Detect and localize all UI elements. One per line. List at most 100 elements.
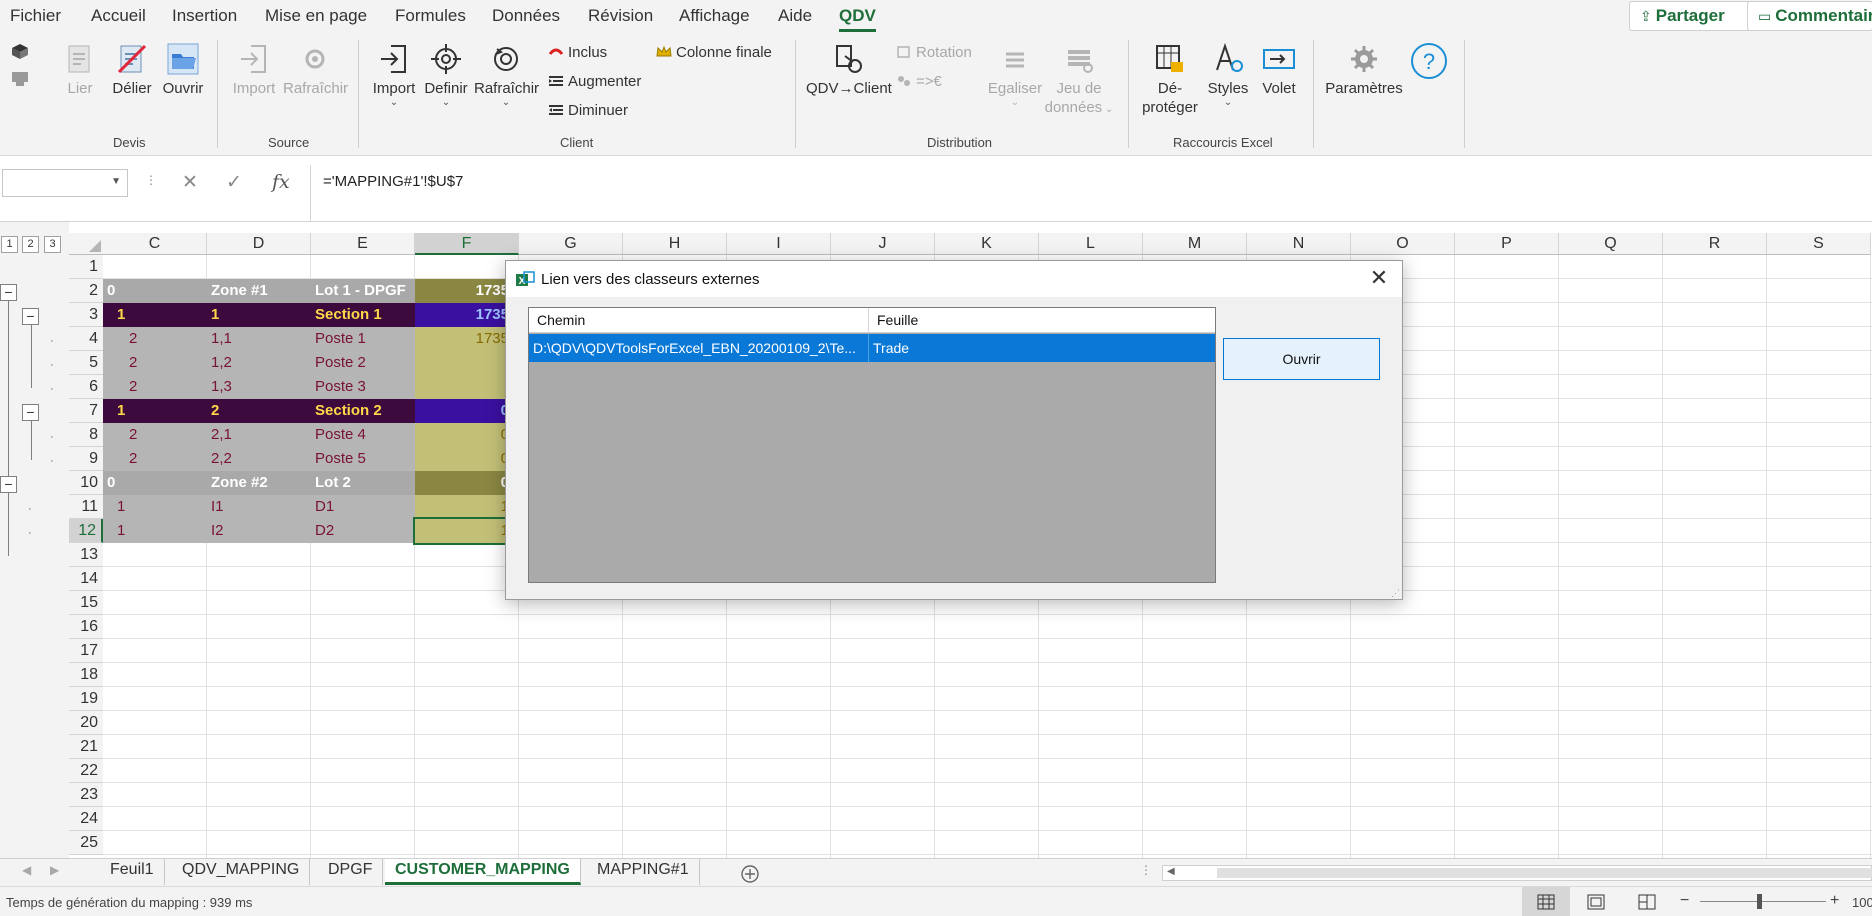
cell-e11[interactable]: D1: [311, 495, 415, 519]
column-header[interactable]: F: [415, 233, 519, 255]
column-header[interactable]: C: [103, 233, 207, 255]
client-definir-button[interactable]: Definir ⌄: [422, 42, 470, 108]
network-icon[interactable]: [10, 70, 30, 88]
row-header[interactable]: 24: [69, 807, 103, 831]
tab-formules[interactable]: Formules: [395, 6, 466, 26]
sheet-tab-dpgf[interactable]: DPGF: [318, 859, 384, 885]
inclus-button[interactable]: Inclus: [548, 44, 607, 61]
scroll-left-icon[interactable]: ◀: [1167, 866, 1175, 877]
column-header[interactable]: M: [1143, 233, 1247, 255]
ouvrir-button[interactable]: Ouvrir: [1223, 338, 1380, 380]
cell-f5[interactable]: [415, 351, 511, 375]
qdv-client-button[interactable]: QDV→Client: [806, 42, 892, 98]
cell-c12[interactable]: 1: [103, 519, 207, 543]
row-header[interactable]: 4: [69, 327, 103, 351]
cell-e10[interactable]: Lot 2: [311, 471, 415, 495]
tab-mise-en-page[interactable]: Mise en page: [265, 6, 367, 26]
cell-c5[interactable]: 2: [103, 351, 207, 375]
dialog-titlebar[interactable]: X Lien vers des classeurs externes ✕: [506, 261, 1402, 297]
scroll-left-icon[interactable]: ◀: [22, 863, 31, 877]
cell-f2[interactable]: 1735: [415, 279, 511, 303]
deproteger-button[interactable]: Dé- protéger: [1140, 42, 1200, 117]
add-sheet-icon[interactable]: [740, 864, 760, 884]
links-listview[interactable]: Chemin Feuille D:\QDV\QDVToolsForExcel_E…: [528, 307, 1216, 583]
page-layout-icon[interactable]: [1587, 894, 1605, 910]
cell-e9[interactable]: Poste 5: [311, 447, 415, 471]
insert-function-icon[interactable]: fx: [272, 171, 290, 193]
styles-button[interactable]: Styles ⌄: [1204, 42, 1252, 108]
column-header[interactable]: I: [727, 233, 831, 255]
normal-view-button[interactable]: [1522, 887, 1570, 916]
page-break-icon[interactable]: [1638, 894, 1656, 910]
column-header[interactable]: L: [1039, 233, 1143, 255]
cell-f11[interactable]: 1: [415, 495, 511, 519]
cell-e12[interactable]: D2: [311, 519, 415, 543]
row-header[interactable]: 13: [69, 543, 103, 567]
tab-affichage[interactable]: Affichage: [679, 6, 750, 26]
row-header[interactable]: 5: [69, 351, 103, 375]
tab-insertion[interactable]: Insertion: [172, 6, 237, 26]
delier-button[interactable]: Délier: [110, 42, 154, 98]
to-euro-button[interactable]: =>€: [896, 73, 942, 90]
row-header[interactable]: 9: [69, 447, 103, 471]
name-box[interactable]: ▼: [2, 169, 128, 197]
zoom-level[interactable]: 100: [1852, 895, 1872, 910]
select-all-button[interactable]: [69, 233, 103, 255]
zoom-in-icon[interactable]: +: [1830, 892, 1839, 910]
cell-c10[interactable]: 0: [103, 471, 207, 495]
column-header[interactable]: K: [935, 233, 1039, 255]
sheet-tab-qdv-mapping[interactable]: QDV_MAPPING: [172, 859, 311, 885]
cell-c3[interactable]: 1: [103, 303, 207, 327]
egaliser-button[interactable]: Egaliser ⌄: [983, 42, 1047, 108]
cell-e5[interactable]: Poste 2: [311, 351, 415, 375]
cell-d4[interactable]: 1,1: [207, 327, 311, 351]
row-header[interactable]: 25: [69, 831, 103, 855]
volet-button[interactable]: Volet: [1256, 42, 1302, 98]
row-header[interactable]: 22: [69, 759, 103, 783]
cell-e6[interactable]: Poste 3: [311, 375, 415, 399]
tab-donnees[interactable]: Données: [492, 6, 560, 26]
tab-qdv[interactable]: QDV: [839, 6, 876, 32]
cell-f12[interactable]: 1: [413, 517, 513, 545]
cell-c9[interactable]: 2: [103, 447, 207, 471]
column-header[interactable]: D: [207, 233, 311, 255]
client-rafraichir-button[interactable]: Rafraîchir ⌄: [474, 42, 539, 108]
row-header[interactable]: 3: [69, 303, 103, 327]
resize-grip-icon[interactable]: ⋰: [1391, 588, 1400, 599]
outline-level-2-button[interactable]: 2: [22, 236, 39, 253]
zoom-slider-thumb[interactable]: [1757, 894, 1762, 909]
colonne-finale-button[interactable]: Colonne finale: [656, 44, 772, 61]
row-header[interactable]: 7: [69, 399, 103, 423]
cell-c8[interactable]: 2: [103, 423, 207, 447]
parametres-button[interactable]: Paramètres: [1324, 42, 1404, 98]
column-header[interactable]: P: [1455, 233, 1559, 255]
collapse-group-button[interactable]: −: [22, 404, 39, 421]
horizontal-scrollbar[interactable]: ◀: [1162, 865, 1872, 881]
jeu-de-donnees-button[interactable]: Jeu de données ⌄: [1040, 42, 1118, 119]
row-header[interactable]: 8: [69, 423, 103, 447]
row-header[interactable]: 17: [69, 639, 103, 663]
cell-e4[interactable]: Poste 1: [311, 327, 415, 351]
tab-aide[interactable]: Aide: [778, 6, 812, 26]
tab-revision[interactable]: Révision: [588, 6, 653, 26]
list-item[interactable]: D:\QDV\QDVToolsForExcel_EBN_20200109_2\T…: [529, 334, 1215, 362]
column-header[interactable]: G: [519, 233, 623, 255]
column-header[interactable]: Q: [1559, 233, 1663, 255]
lier-button[interactable]: Lier: [60, 42, 100, 98]
cell-c2[interactable]: 0: [103, 279, 207, 303]
cell-f4[interactable]: 1735: [415, 327, 511, 351]
sheet-tab-feuil1[interactable]: Feuil1: [100, 859, 165, 885]
cell-d7[interactable]: 2: [207, 399, 311, 423]
cell-d11[interactable]: I1: [207, 495, 311, 519]
column-header[interactable]: R: [1663, 233, 1767, 255]
column-header-chemin[interactable]: Chemin: [529, 308, 869, 333]
close-icon[interactable]: ✕: [1364, 265, 1394, 293]
ouvrir-devis-button[interactable]: Ouvrir: [161, 42, 205, 98]
tab-fichier[interactable]: Fichier: [10, 6, 61, 26]
cell-f10[interactable]: 0: [415, 471, 511, 495]
zoom-out-icon[interactable]: −: [1680, 892, 1689, 910]
cell-d12[interactable]: I2: [207, 519, 311, 543]
cube-icon[interactable]: [10, 42, 30, 60]
cell-c7[interactable]: 1: [103, 399, 207, 423]
scrollbar-thumb[interactable]: [1217, 868, 1872, 878]
